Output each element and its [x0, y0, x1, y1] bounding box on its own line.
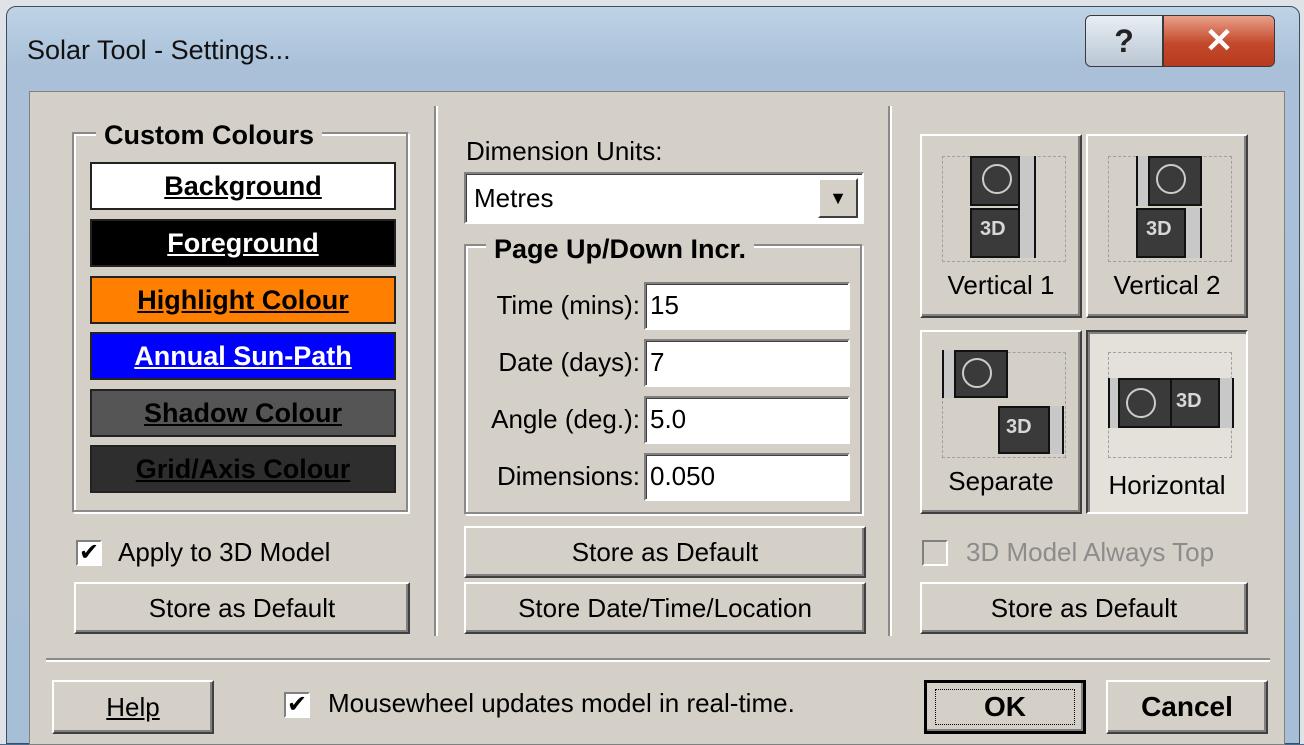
footer-separator — [46, 658, 1270, 662]
angle-field[interactable]: 5.0 — [644, 396, 850, 444]
store-date-time-location-button[interactable]: Store Date/Time/Location — [464, 582, 866, 634]
grid-axis-colour-button[interactable]: Grid/Axis Colour — [90, 445, 396, 493]
column-separator-right — [888, 106, 892, 636]
apply-3d-model-label: Apply to 3D Model — [118, 537, 331, 567]
always-top-label: 3D Model Always Top — [966, 537, 1215, 567]
dimensions-field[interactable]: 0.050 — [644, 453, 850, 501]
custom-colours-label: Custom Colours — [96, 120, 323, 151]
help-icon: ? — [1114, 22, 1134, 59]
layout-store-default-button[interactable]: Store as Default — [920, 582, 1248, 634]
foreground-colour-button[interactable]: Foreground — [90, 219, 396, 267]
focus-rectangle — [935, 689, 1075, 725]
window-title: Solar Tool - Settings... — [27, 35, 291, 65]
ok-button[interactable]: OK — [924, 680, 1086, 734]
close-icon: ✕ — [1204, 22, 1234, 60]
date-field[interactable]: 7 — [644, 339, 850, 387]
mousewheel-checkbox[interactable]: ✔ — [284, 692, 310, 718]
check-icon: ✔ — [286, 691, 308, 718]
dimension-units-value: Metres — [474, 183, 554, 213]
settings-dialog: Solar Tool - Settings... ? ✕ Custom Colo… — [6, 6, 1300, 745]
close-button[interactable]: ✕ — [1163, 15, 1275, 67]
date-label: Date (days): — [498, 347, 640, 377]
vertical-2-label: Vertical 2 — [1113, 270, 1221, 300]
time-label: Time (mins): — [496, 290, 640, 320]
dimension-units-label: Dimension Units: — [466, 136, 663, 166]
background-colour-button[interactable]: Background — [90, 162, 396, 210]
units-store-default-button[interactable]: Store as Default — [464, 526, 866, 578]
check-icon: ✔ — [78, 539, 100, 566]
layout-vertical-2-button[interactable]: 3D Vertical 2 — [1086, 134, 1248, 318]
colours-store-default-button[interactable]: Store as Default — [74, 582, 410, 634]
time-field[interactable]: 15 — [644, 282, 850, 330]
dialog-client-area: Custom Colours Background Foreground Hig… — [29, 91, 1285, 745]
dimensions-label: Dimensions: — [496, 461, 640, 491]
shadow-colour-button[interactable]: Shadow Colour — [90, 389, 396, 437]
highlight-colour-button[interactable]: Highlight Colour — [90, 276, 396, 324]
layout-vertical-1-button[interactable]: 3D Vertical 1 — [920, 134, 1082, 318]
help-button[interactable]: Help — [52, 680, 214, 734]
layout-separate-button[interactable]: 3D Separate — [920, 330, 1082, 514]
horizontal-label: Horizontal — [1108, 470, 1226, 500]
mousewheel-label: Mousewheel updates model in real-time. — [328, 688, 795, 718]
chevron-down-icon[interactable]: ▼ — [818, 178, 858, 218]
cancel-button[interactable]: Cancel — [1106, 680, 1268, 734]
angle-label: Angle (deg.): — [491, 404, 640, 434]
dimension-units-select[interactable]: Metres ▼ — [464, 172, 864, 224]
column-separator-left — [434, 106, 438, 636]
apply-3d-model-checkbox[interactable]: ✔ — [76, 540, 102, 566]
annual-sun-path-colour-button[interactable]: Annual Sun-Path — [90, 332, 396, 380]
layout-horizontal-button[interactable]: 3D Horizontal — [1086, 330, 1248, 514]
help-titlebar-button[interactable]: ? — [1085, 15, 1163, 67]
always-top-checkbox[interactable] — [922, 540, 948, 566]
page-up-down-label: Page Up/Down Incr. — [486, 234, 755, 265]
separate-label: Separate — [948, 466, 1054, 496]
vertical-1-label: Vertical 1 — [947, 270, 1055, 300]
